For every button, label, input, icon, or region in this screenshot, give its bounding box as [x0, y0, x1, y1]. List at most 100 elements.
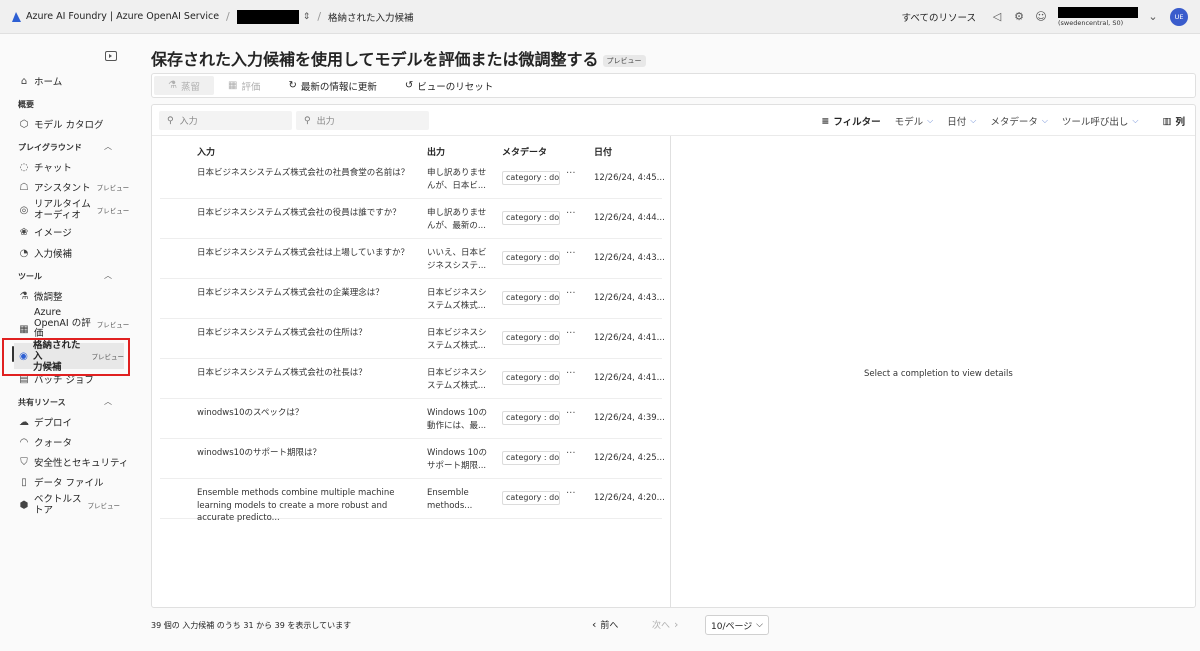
row-metadata-tag: category : doc [502, 451, 560, 465]
row-metadata-tag: category : doc [502, 291, 560, 305]
playground-collapse-chevron-icon[interactable]: ︿ [104, 141, 112, 152]
row-input-text: winodws10のスペックは？ [197, 408, 304, 418]
page-size-select[interactable]: 10/ページ ⌵ [705, 615, 769, 635]
metadata-filter-dropdown[interactable]: メタデータ ⌵ [990, 114, 1048, 128]
sidebar-item-safety[interactable]: ⛉ 安全性とセキュリティ [0, 455, 136, 470]
user-avatar[interactable]: UE [1170, 7, 1188, 26]
sidebar-item-completions[interactable]: ◔ 入力候補 [0, 246, 136, 261]
table-row[interactable]: 日本ビジネスシステムズ株式会社の役員は誰ですか？ 申し訳ありませんが、最新の...… [160, 199, 665, 239]
row-input-text: 日本ビジネスシステムズ株式会社の社長は？ [197, 368, 367, 378]
row-date: 12/26/24, 4:20... [594, 493, 665, 503]
columns-button[interactable]: ▥ 列 [1162, 114, 1186, 129]
sidebar-item-stored-completions[interactable]: ◉ 格納された入 力候補 プレビュー [14, 340, 125, 373]
table-row[interactable]: 日本ビジネスシステムズ株式会社の社員食堂の名前は？ 申し訳ありませんが、日本ビ..… [160, 159, 665, 199]
more-options-icon[interactable]: ··· [566, 328, 576, 339]
preview-badge: プレビュー [91, 353, 125, 361]
table-row[interactable]: winodws10のサポート期限は？ Windows 10のサポート期限... ca… [160, 439, 665, 479]
evaluate-button[interactable]: ▦ 評価 [214, 76, 274, 95]
account-chevron-down-icon[interactable]: ⌄ [1146, 10, 1160, 24]
chevron-down-icon: ⌵ [1132, 116, 1139, 125]
sidebar: ⌂ ホーム 概要 ⬡ モデル カタログ プレイグラウンド ︿ ◌ チャット ☖ … [0, 34, 136, 651]
next-page-button[interactable]: 次へ › [652, 618, 682, 631]
filter-bar: ≡ フィルター モデル ⌵ 日付 ⌵ メタデータ ⌵ ツール呼び出し ⌵ ▥ 列 [821, 114, 1186, 129]
date-filter-dropdown[interactable]: 日付 ⌵ [947, 114, 976, 128]
row-output-text: Windows 10の動作には、最... [427, 408, 487, 431]
row-date: 12/26/24, 4:41... [594, 373, 665, 383]
filter-button[interactable]: ≡ フィルター [821, 114, 880, 129]
more-options-icon[interactable]: ··· [566, 408, 576, 419]
resource-selector-chevron-icon[interactable]: ⇕ [303, 12, 311, 22]
row-output-text: 日本ビジネスシステムズ株式... [427, 288, 487, 311]
table-row[interactable]: 日本ビジネスシステムズ株式会社の社長は？ 日本ビジネスシステムズ株式... cate… [160, 359, 665, 399]
sidebar-item-quota[interactable]: ◠ クォータ [0, 435, 136, 450]
tool-calls-filter-dropdown[interactable]: ツール呼び出し ⌵ [1062, 114, 1139, 128]
output-search-field[interactable]: ⚲ 出力 [296, 111, 429, 130]
column-header-metadata[interactable]: メタデータ [502, 145, 547, 158]
previous-page-button[interactable]: ‹ 前へ [588, 618, 618, 631]
audio-icon: ◎ [19, 204, 29, 216]
tools-collapse-chevron-icon[interactable]: ︿ [104, 270, 112, 281]
divider [152, 135, 1195, 136]
sidebar-item-home[interactable]: ⌂ ホーム [0, 74, 136, 89]
account-info[interactable]: (swedencentral, S0) [1058, 6, 1138, 27]
row-date: 12/26/24, 4:45... [594, 173, 665, 183]
assistant-icon: ☖ [19, 181, 29, 193]
row-input-text: 日本ビジネスシステムズ株式会社の役員は誰ですか？ [197, 208, 401, 218]
cube-icon: ⬡ [19, 118, 29, 130]
model-filter-dropdown[interactable]: モデル ⌵ [895, 114, 934, 128]
refresh-button[interactable]: ↻ 最新の情報に更新 [274, 76, 390, 95]
more-options-icon[interactable]: ··· [566, 368, 576, 379]
shared-collapse-chevron-icon[interactable]: ︿ [104, 396, 112, 407]
sidebar-item-batch-jobs[interactable]: ▤ バッチ ジョブ [0, 372, 136, 387]
table-row[interactable]: 日本ビジネスシステムズ株式会社の企業理念は？ 日本ビジネスシステムズ株式... ca… [160, 279, 665, 319]
table-row[interactable]: 日本ビジネスシステムズ株式会社は上場していますか？ いいえ、日本ビジネスシステ..… [160, 239, 665, 279]
table-row[interactable]: winodws10のスペックは？ Windows 10の動作には、最... cate… [160, 399, 665, 439]
column-header-date[interactable]: 日付 [594, 145, 612, 158]
column-header-output[interactable]: 出力 [427, 145, 445, 158]
table-row[interactable]: Ensemble methods combine multiple machin… [160, 479, 665, 523]
row-metadata-tag: category : doc [502, 491, 560, 505]
sidebar-item-model-catalog[interactable]: ⬡ モデル カタログ [0, 117, 136, 132]
chevron-down-icon: ⌵ [970, 116, 977, 125]
more-options-icon[interactable]: ··· [566, 288, 576, 299]
brand-link[interactable]: Azure AI Foundry | Azure OpenAI Service [26, 11, 219, 22]
sidebar-item-chat[interactable]: ◌ チャット [0, 160, 136, 175]
sidebar-item-deploy[interactable]: ☁ デプロイ [0, 415, 136, 430]
more-options-icon[interactable]: ··· [566, 448, 576, 459]
sidebar-collapse-icon[interactable] [105, 51, 117, 61]
more-options-icon[interactable]: ··· [566, 488, 576, 499]
more-options-icon[interactable]: ··· [566, 208, 576, 219]
sidebar-item-data-files[interactable]: ▯ データ ファイル [0, 475, 136, 490]
distill-button[interactable]: ⚗ 蒸留 [154, 76, 214, 95]
more-options-icon[interactable]: ··· [566, 168, 576, 179]
input-search-field[interactable]: ⚲ 入力 [159, 111, 292, 130]
sidebar-item-aoai-evaluation[interactable]: ▦ Azure OpenAI の評価 プレビュー [0, 306, 136, 342]
settings-gear-icon[interactable]: ⚙ [1012, 10, 1026, 24]
flask-icon: ⚗ [19, 290, 29, 302]
sidebar-item-fine-tune[interactable]: ⚗ 微調整 [0, 289, 136, 304]
column-header-input[interactable]: 入力 [197, 145, 215, 158]
sidebar-item-assistant[interactable]: ☖ アシスタント プレビュー [0, 180, 136, 195]
sidebar-item-image[interactable]: ❀ イメージ [0, 225, 136, 240]
home-icon: ⌂ [20, 75, 28, 87]
top-bar: Azure AI Foundry | Azure OpenAI Service … [0, 0, 1200, 34]
detail-empty-state: Select a completion to view details [864, 369, 1013, 379]
sidebar-item-vector-store[interactable]: ⬢ ベクトルス トア プレビュー [0, 492, 136, 518]
columns-icon: ▥ [1162, 115, 1172, 127]
row-metadata-tag: category : doc [502, 371, 560, 385]
more-options-icon[interactable]: ··· [566, 248, 576, 259]
completions-icon: ◔ [19, 247, 29, 259]
reset-view-button[interactable]: ↺ ビューのリセット [391, 76, 507, 95]
chevron-right-icon: › [674, 618, 679, 631]
preview-badge: プレビュー [96, 321, 130, 329]
batch-icon: ▤ [19, 373, 29, 385]
table-row[interactable]: 日本ビジネスシステムズ株式会社の住所は？ 日本ビジネスシステムズ株式... cate… [160, 319, 665, 359]
sidebar-item-realtime-audio[interactable]: ◎ リアルタイム オーディオ プレビュー [0, 197, 136, 223]
row-date: 12/26/24, 4:43... [594, 253, 665, 263]
split-divider[interactable] [670, 136, 671, 608]
all-resources-link[interactable]: すべてのリソース [902, 10, 976, 24]
resource-selector-redacted[interactable] [236, 9, 299, 24]
row-metadata-tag: category : doc [502, 211, 560, 225]
feedback-smiley-icon[interactable]: ☺ [1034, 10, 1048, 24]
announcement-icon[interactable]: ◁ [990, 10, 1004, 24]
